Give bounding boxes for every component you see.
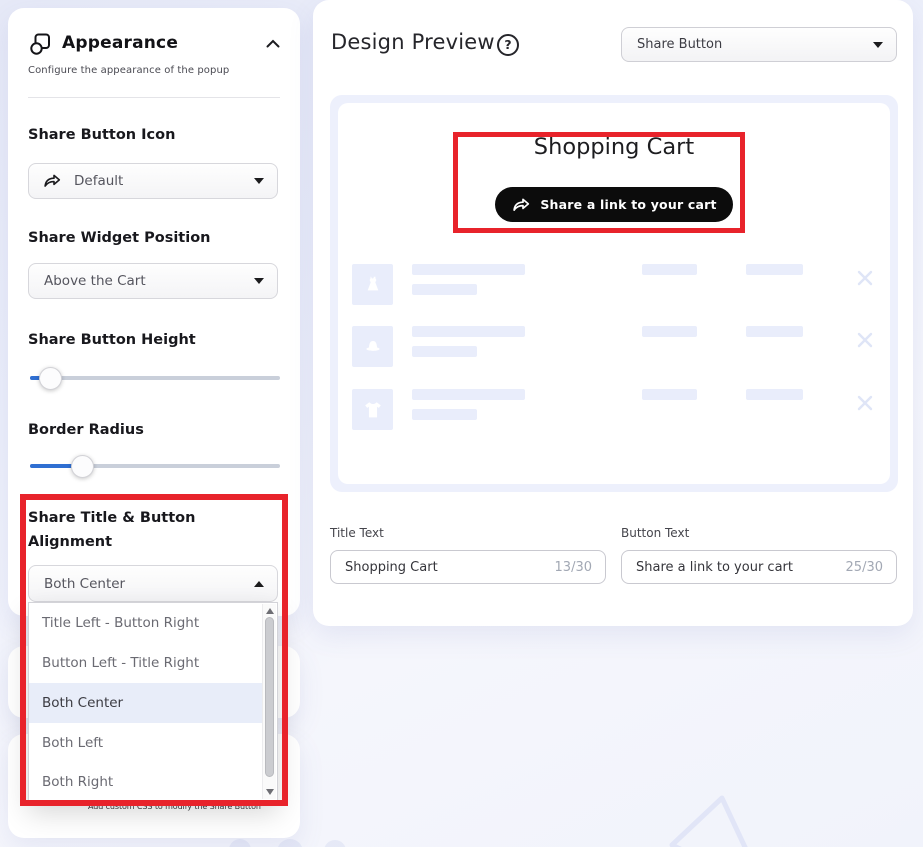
chevron-up-icon[interactable]: [266, 39, 280, 48]
scrollbar[interactable]: [262, 604, 276, 799]
button-text-counter: 25/30: [846, 560, 896, 575]
share-icon: [42, 171, 62, 191]
skeleton-bar: [746, 326, 803, 337]
shapes-icon: [28, 32, 52, 56]
preview-share-button-label: Share a link to your cart: [540, 197, 716, 212]
preview-card: Shopping Cart Share a link to your cart: [338, 103, 890, 484]
border-radius-slider[interactable]: [30, 464, 280, 468]
share-icon: [511, 195, 531, 215]
option-both-center[interactable]: Both Center: [29, 683, 264, 723]
skeleton-bar: [412, 264, 525, 275]
preview-mode-select[interactable]: Share Button: [621, 27, 897, 62]
skeleton-bar: [642, 389, 697, 400]
panel-title: Appearance: [62, 33, 178, 53]
scrollbar-thumb[interactable]: [265, 617, 274, 777]
title-text-input[interactable]: [331, 560, 555, 575]
divider: [28, 97, 280, 98]
item-thumb: [352, 389, 393, 430]
item-thumb: [352, 326, 393, 367]
slider-handle[interactable]: [71, 455, 94, 478]
option-title-left-button-right[interactable]: Title Left - Button Right: [29, 603, 264, 643]
alignment-options-list: Title Left - Button Right Button Left - …: [28, 602, 278, 801]
dress-icon: [362, 274, 384, 296]
button-height-label: Share Button Height: [28, 328, 276, 352]
share-button-icon-select[interactable]: Default: [28, 163, 278, 199]
widget-position-value: Above the Cart: [44, 273, 146, 289]
custom-css-hint: Add custom CSS to modify the Share Butto…: [88, 802, 261, 811]
button-text-input[interactable]: [622, 560, 846, 575]
tshirt-icon: [362, 399, 384, 421]
design-preview-panel: Design Preview ? Share Button Shopping C…: [313, 0, 913, 626]
option-button-left-title-right[interactable]: Button Left - Title Right: [29, 643, 264, 683]
close-icon: [856, 269, 874, 287]
cart-item-row: [352, 326, 876, 368]
caret-down-icon: [254, 278, 264, 284]
option-both-left[interactable]: Both Left: [29, 723, 264, 763]
preview-cart-title: Shopping Cart: [338, 134, 890, 160]
scroll-down-icon[interactable]: [266, 789, 274, 795]
alignment-select[interactable]: Both Center: [28, 565, 278, 602]
item-thumb: [352, 264, 393, 305]
skeleton-bar: [746, 389, 803, 400]
cart-item-row: [352, 389, 876, 431]
scroll-up-icon[interactable]: [266, 608, 274, 614]
skeleton-bar: [412, 389, 525, 400]
design-preview-title: Design Preview: [331, 30, 495, 54]
hat-icon: [362, 336, 384, 358]
widget-position-label: Share Widget Position: [28, 226, 276, 250]
preview-container: Shopping Cart Share a link to your cart: [330, 95, 898, 492]
skeleton-bar: [412, 326, 525, 337]
close-icon: [856, 394, 874, 412]
share-button-icon-value: Default: [74, 173, 123, 189]
title-text-field: 13/30: [330, 550, 606, 584]
close-icon: [856, 331, 874, 349]
button-text-label: Button Text: [621, 526, 689, 540]
caret-down-icon: [254, 178, 264, 184]
preview-share-button: Share a link to your cart: [495, 187, 733, 222]
button-height-slider[interactable]: [30, 376, 280, 380]
title-text-counter: 13/30: [555, 560, 605, 575]
caret-up-icon: [254, 581, 264, 587]
option-both-right[interactable]: Both Right: [29, 763, 264, 802]
skeleton-bar: [412, 284, 477, 295]
panel-subtitle: Configure the appearance of the popup: [28, 65, 229, 76]
skeleton-bar: [642, 264, 697, 275]
alignment-value: Both Center: [44, 576, 125, 592]
skeleton-bar: [642, 326, 697, 337]
skeleton-bar: [412, 409, 477, 420]
button-text-field: 25/30: [621, 550, 897, 584]
skeleton-bar: [746, 264, 803, 275]
appearance-panel: Appearance Configure the appearance of t…: [8, 8, 300, 616]
cart-item-row: [352, 264, 876, 306]
caret-down-icon: [873, 42, 883, 48]
triangle-decoration: [615, 785, 775, 847]
share-button-icon-label: Share Button Icon: [28, 123, 276, 147]
alignment-label: Share Title & Button Alignment: [28, 506, 276, 554]
skeleton-bar: [412, 346, 477, 357]
slider-handle[interactable]: [39, 367, 62, 390]
title-text-label: Title Text: [330, 526, 384, 540]
preview-mode-value: Share Button: [637, 37, 722, 52]
page-background: Add custom CSS to modify the Share Butto…: [0, 0, 923, 847]
border-radius-label: Border Radius: [28, 418, 276, 442]
widget-position-select[interactable]: Above the Cart: [28, 263, 278, 299]
help-icon[interactable]: ?: [497, 34, 519, 56]
